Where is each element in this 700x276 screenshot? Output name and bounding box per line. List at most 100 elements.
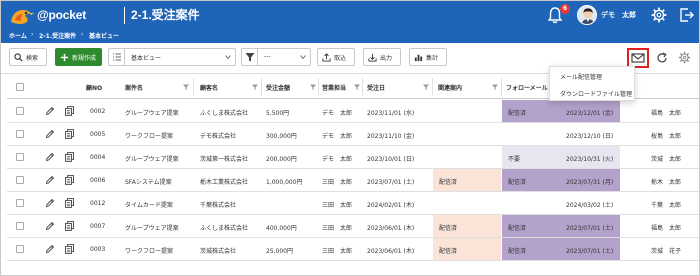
- cell-date: 2023/10/01 (日): [367, 156, 415, 163]
- menu-item-mail-delivery[interactable]: メール配信管理: [560, 72, 602, 81]
- gear-icon[interactable]: [651, 7, 667, 23]
- cell-follow: 配信済: [508, 179, 527, 186]
- avatar[interactable]: [577, 5, 597, 25]
- cell-date: 2023/06/01 (木): [367, 225, 415, 232]
- cell-project[interactable]: グループウェア提案: [125, 108, 179, 117]
- cell-rep: 三田 太郎: [322, 179, 353, 186]
- row-checkbox[interactable]: [16, 130, 24, 138]
- copy-icon[interactable]: [65, 244, 74, 254]
- column-header-date[interactable]: 受注日: [367, 83, 385, 92]
- column-header-related[interactable]: 関連案内: [438, 83, 462, 92]
- filter-icon[interactable]: [183, 84, 189, 90]
- cell-customer[interactable]: デモ株式会社: [200, 131, 236, 140]
- cell-due-date: 2023/10/31 (火): [566, 156, 614, 163]
- cell-project[interactable]: SFAシステム提案: [125, 177, 172, 186]
- column-header-customer[interactable]: 顧客名: [200, 83, 218, 92]
- app-logo[interactable]: @pocket: [7, 4, 97, 28]
- cell-rep: 三田 太郎: [322, 248, 353, 255]
- row-checkbox[interactable]: [16, 199, 24, 207]
- copy-icon[interactable]: [65, 221, 74, 231]
- cell-customer[interactable]: 茨城第一株式会社: [200, 154, 248, 163]
- pencil-icon[interactable]: [45, 152, 55, 162]
- pencil-icon[interactable]: [45, 106, 55, 116]
- row-checkbox[interactable]: [16, 245, 24, 253]
- column-header-project[interactable]: 案件名: [125, 83, 143, 92]
- filter-icon[interactable]: [423, 84, 429, 90]
- view-select-value: 基本ビュー: [131, 55, 162, 62]
- cell-rep: デモ 太郎: [322, 133, 353, 140]
- pencil-icon[interactable]: [45, 129, 55, 139]
- row-checkbox[interactable]: [16, 107, 24, 115]
- copy-icon[interactable]: [65, 152, 74, 162]
- column-header-amount[interactable]: 受注金額: [266, 83, 290, 92]
- cell-project[interactable]: ワークフロー提案: [125, 246, 173, 255]
- cell-due-date: 2023/12/10 (日): [566, 133, 614, 140]
- cell-related: 配信済: [439, 179, 458, 186]
- view-select[interactable]: 基本ビュー: [108, 48, 236, 66]
- pencil-icon[interactable]: [45, 221, 55, 231]
- export-button[interactable]: 出力: [363, 48, 401, 66]
- filter-icon[interactable]: [252, 84, 258, 90]
- title-divider: [124, 7, 125, 24]
- table-row[interactable]: 0006 SFAシステム提案 栃木工業株式会社 1,000,000円 三田 太郎…: [7, 169, 699, 192]
- menu-item-download-files[interactable]: ダウンロードファイル管理: [560, 89, 632, 98]
- cell-project[interactable]: タイムカード提案: [125, 200, 173, 209]
- cell-project[interactable]: グループウェア提案: [125, 154, 179, 163]
- breadcrumb-home[interactable]: ホーム: [9, 31, 27, 40]
- mail-button[interactable]: [627, 48, 649, 68]
- search-button[interactable]: 検索: [9, 48, 47, 66]
- row-checkbox[interactable]: [16, 153, 24, 161]
- column-header-rep[interactable]: 営業担当: [322, 83, 346, 92]
- cell-project[interactable]: グループウェア提案: [125, 223, 179, 232]
- cell-amount: 25,000円: [266, 248, 293, 255]
- user-name[interactable]: デモ 太郎: [601, 10, 636, 20]
- settings-icon[interactable]: [678, 51, 691, 64]
- aggregate-button-label: 集計: [426, 54, 439, 62]
- filter-icon[interactable]: [310, 84, 316, 90]
- copy-icon[interactable]: [65, 129, 74, 139]
- row-checkbox[interactable]: [16, 222, 24, 230]
- new-button[interactable]: 新規作成: [55, 48, 102, 66]
- copy-icon[interactable]: [65, 106, 74, 116]
- logout-icon[interactable]: [679, 7, 695, 23]
- column-divider: [432, 78, 433, 96]
- aggregate-button[interactable]: 集計: [409, 48, 447, 66]
- plus-icon: [60, 53, 69, 62]
- filter-icon[interactable]: [354, 84, 360, 90]
- pencil-icon[interactable]: [45, 198, 55, 208]
- copy-icon[interactable]: [65, 198, 74, 208]
- cell-customer[interactable]: 茨城株式会社: [200, 246, 236, 255]
- table-row[interactable]: 0002 グループウェア提案 ふくしま株式会社 5,500円 デモ 太郎 202…: [7, 100, 699, 123]
- filter-select[interactable]: ---: [241, 48, 311, 66]
- cell-amount: 400,000円: [266, 225, 297, 232]
- refresh-icon[interactable]: [656, 52, 668, 64]
- pencil-icon[interactable]: [45, 244, 55, 254]
- cell-customer[interactable]: ふくしま株式会社: [200, 223, 248, 232]
- row-checkbox[interactable]: [16, 176, 24, 184]
- pencil-icon[interactable]: [45, 175, 55, 185]
- cell-date: 2023/11/01 (水): [367, 110, 415, 117]
- table-row[interactable]: 0003 ワークフロー提案 茨城株式会社 25,000円 三田 太郎 2023/…: [7, 238, 699, 261]
- cell-customer[interactable]: ふくしま株式会社: [200, 108, 248, 117]
- copy-icon[interactable]: [65, 175, 74, 185]
- cell-no: 0005: [90, 131, 106, 138]
- filter-icon[interactable]: [492, 84, 498, 90]
- import-button[interactable]: 取込: [317, 48, 355, 66]
- column-divider: [261, 78, 262, 96]
- cell-follow: 不要: [508, 156, 521, 163]
- cell-project[interactable]: ワークフロー提案: [125, 131, 173, 140]
- cell-customer[interactable]: 千葉株式会社: [200, 200, 236, 209]
- select-all-checkbox[interactable]: [16, 83, 24, 91]
- breadcrumb-orders[interactable]: 2-1.受注案件: [39, 31, 76, 40]
- table-row[interactable]: 0012 タイムカード提案 千葉株式会社 三田 太郎 2024/02/01 (木…: [7, 192, 699, 215]
- table-row[interactable]: 0005 ワークフロー提案 デモ株式会社 300,000円 デモ 太郎 2023…: [7, 123, 699, 146]
- cell-person: 茨城 太郎: [651, 156, 682, 163]
- cell-customer[interactable]: 栃木工業株式会社: [200, 177, 248, 186]
- table-row[interactable]: 0007 グループウェア提案 ふくしま株式会社 400,000円 三田 太郎 2…: [7, 215, 699, 238]
- column-divider: [362, 78, 363, 96]
- cell-due-date: 2023/07/31 (月): [566, 179, 614, 186]
- cell-no: 0007: [90, 223, 106, 230]
- column-header-follow[interactable]: フォローメール: [506, 83, 548, 92]
- table-row[interactable]: 0004 グループウェア提案 茨城第一株式会社 200,000円 デモ 太郎 2…: [7, 146, 699, 169]
- column-header-no[interactable]: 顧NO: [86, 83, 102, 92]
